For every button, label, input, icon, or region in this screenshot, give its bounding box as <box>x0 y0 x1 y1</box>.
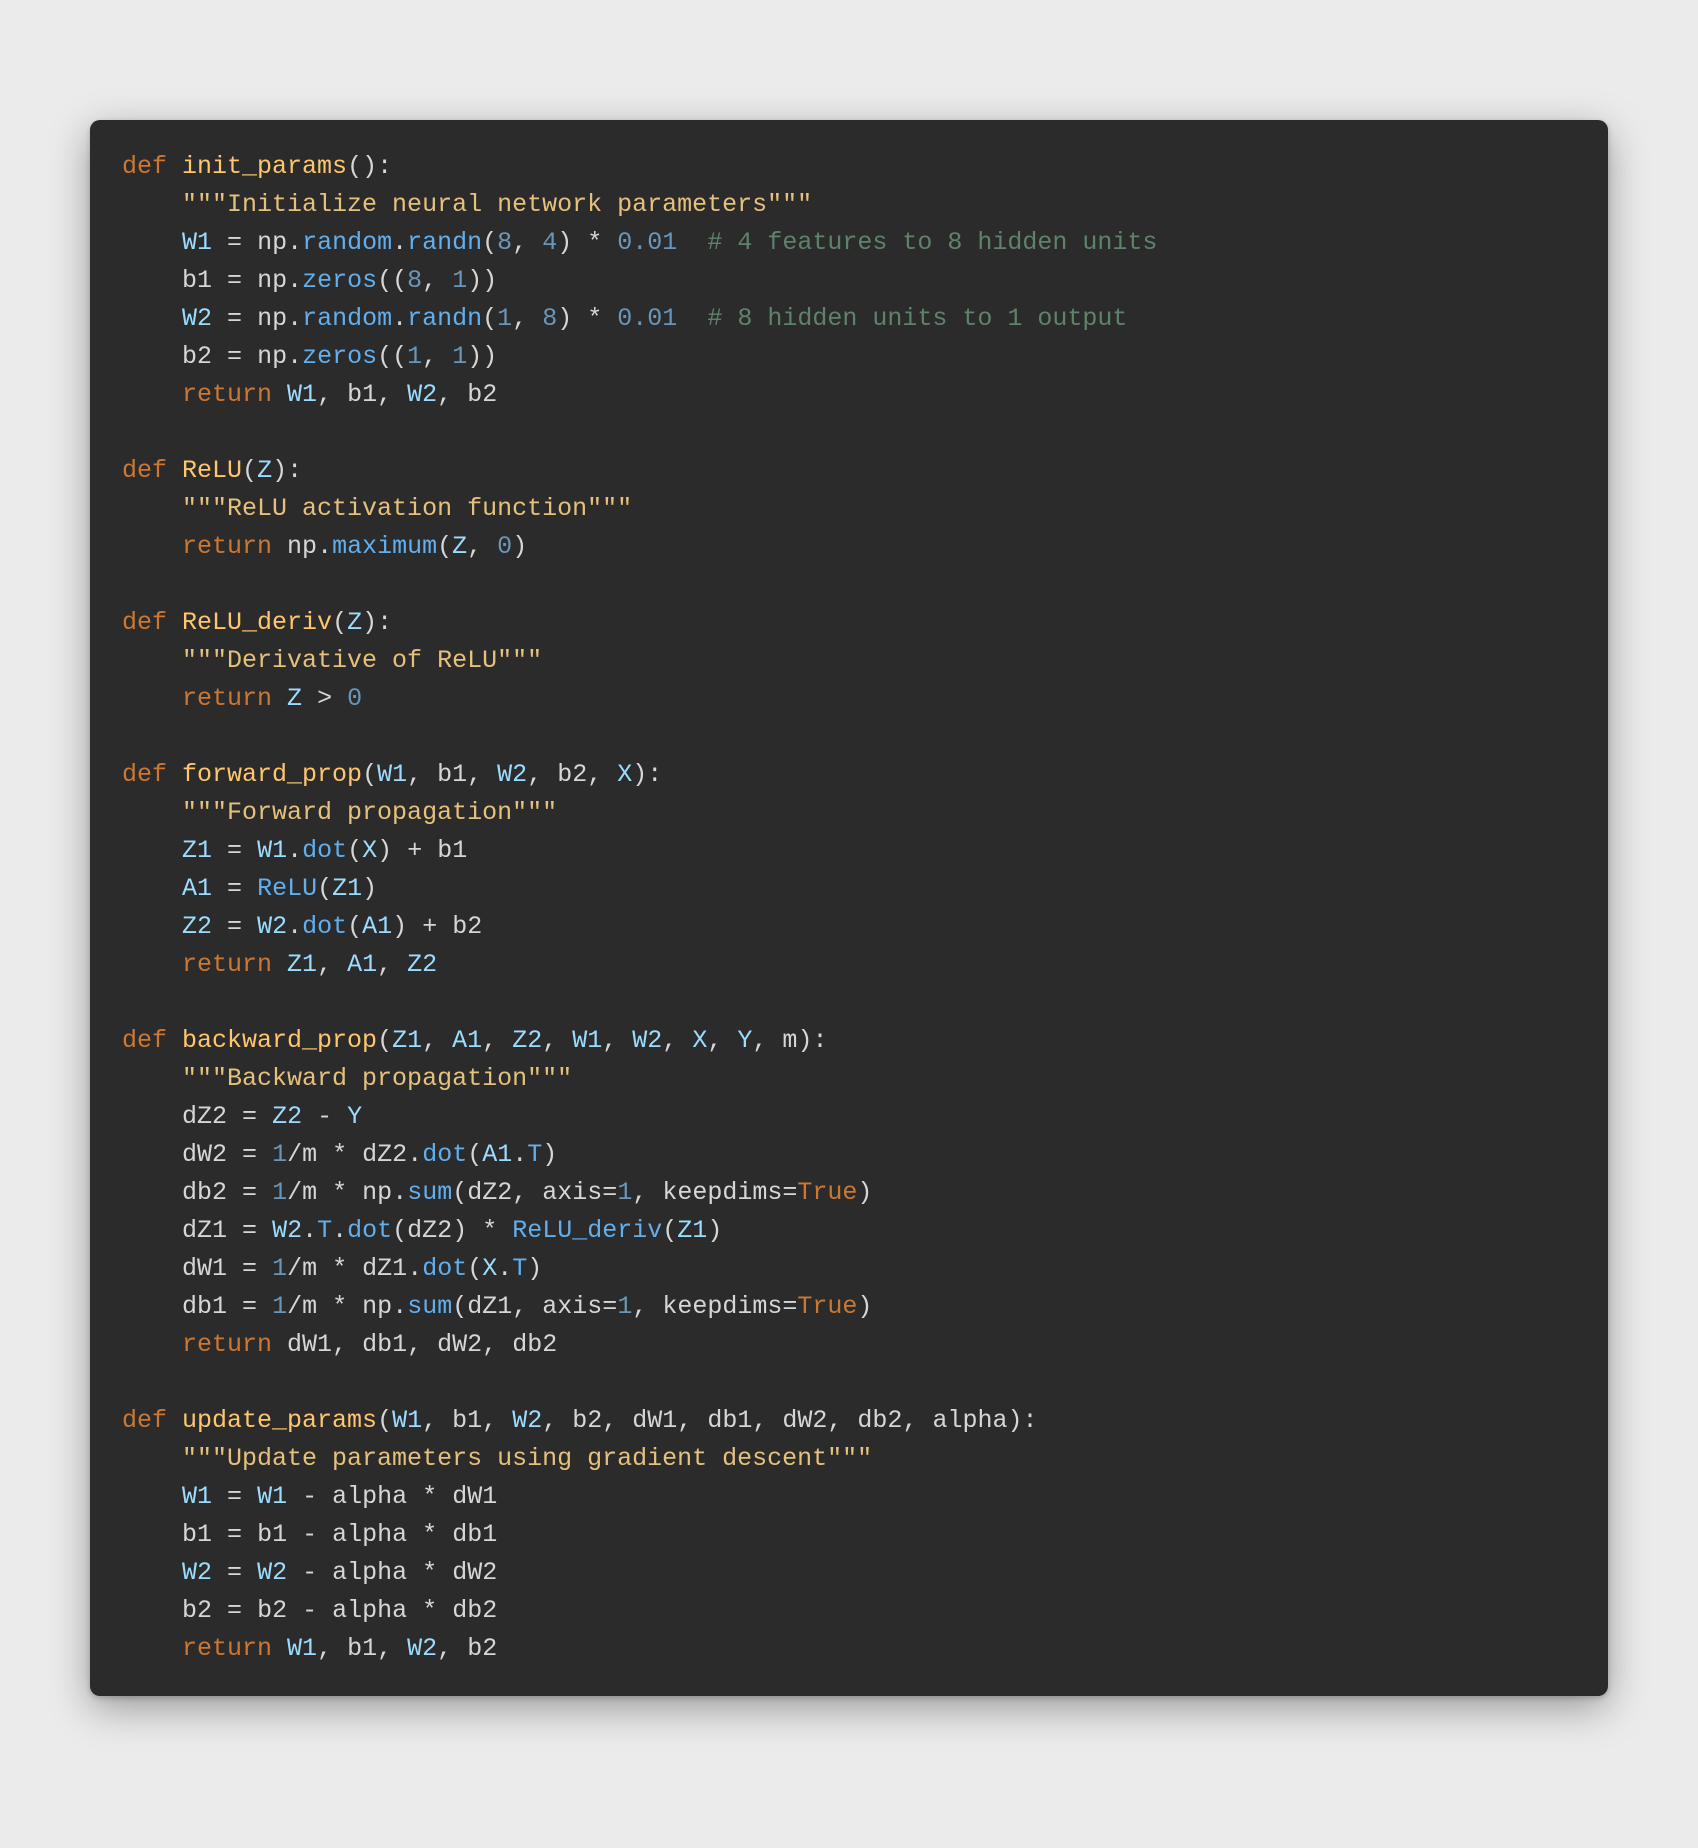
fn-forward_prop: forward_prop <box>182 760 362 789</box>
fn-ReLU_deriv: ReLU_deriv <box>182 608 332 637</box>
fn-update_params: update_params <box>182 1406 377 1435</box>
code-block: def init_params(): """Initialize neural … <box>90 120 1608 1696</box>
fn-ReLU: ReLU <box>182 456 242 485</box>
code-content: def init_params(): """Initialize neural … <box>122 152 1157 1663</box>
fn-init_params: init_params <box>182 152 347 181</box>
fn-backward_prop: backward_prop <box>182 1026 377 1055</box>
